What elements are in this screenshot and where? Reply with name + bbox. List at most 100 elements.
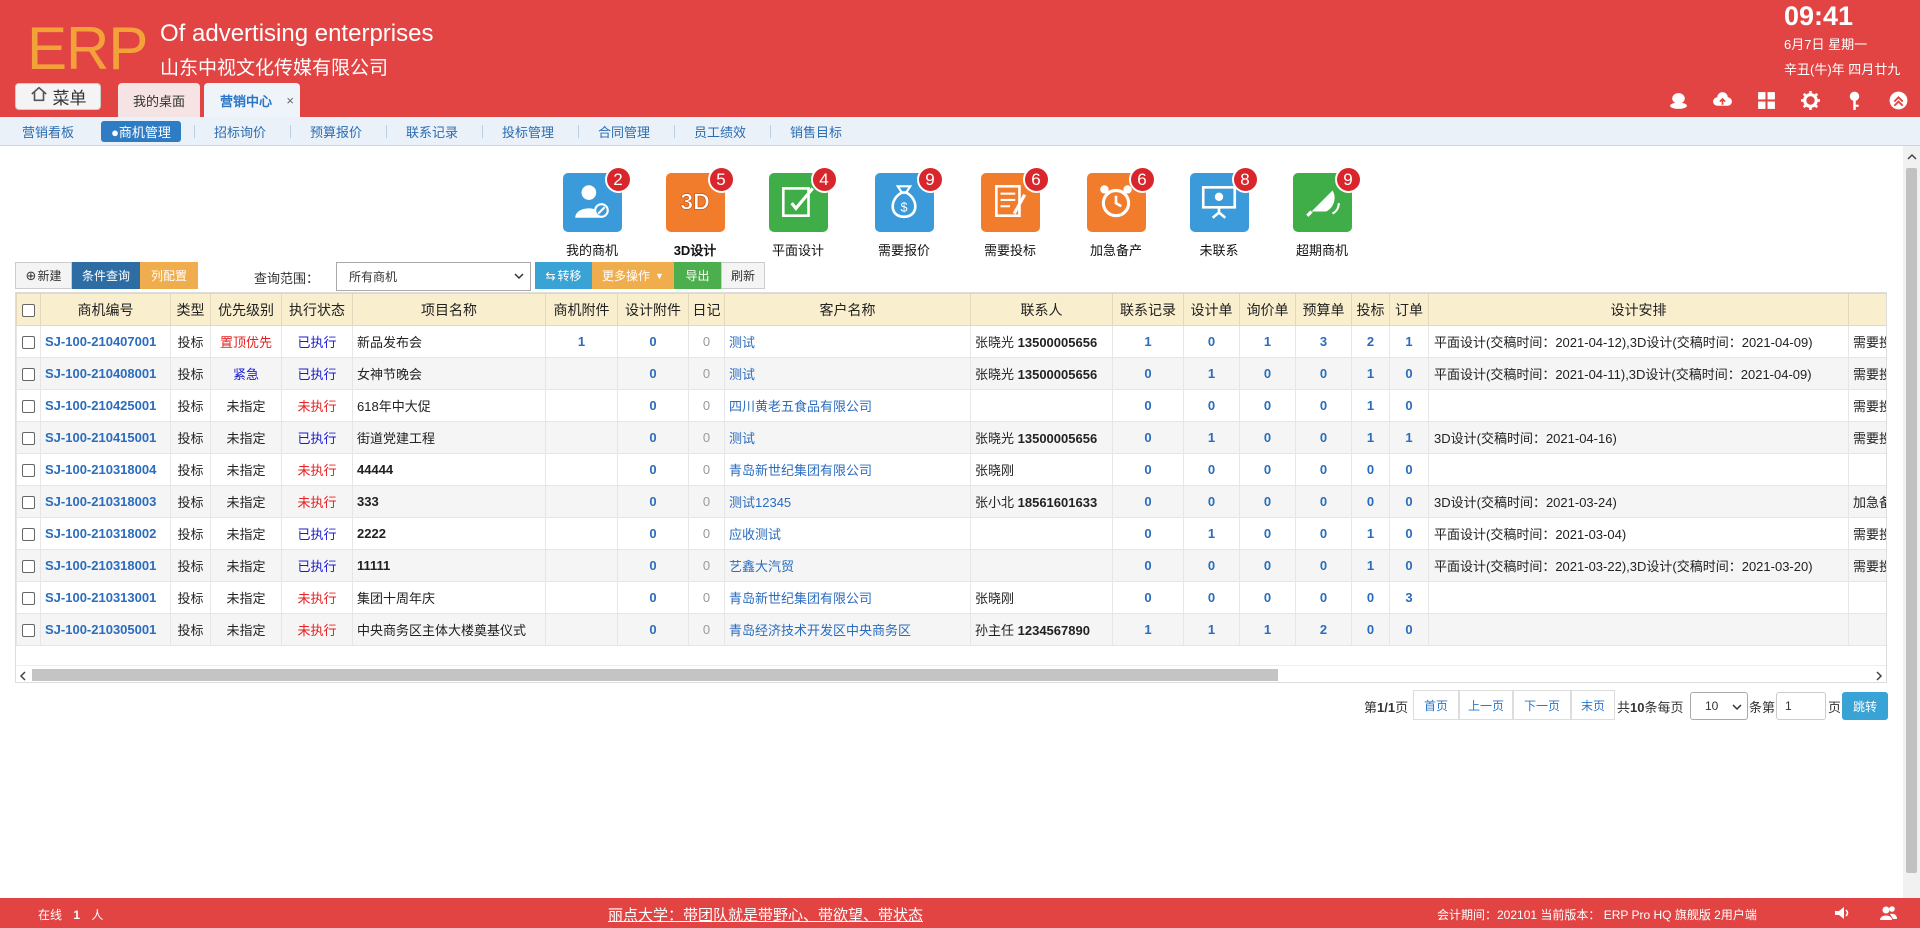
customer-name-link[interactable]: 应收测试	[724, 517, 971, 550]
row-checkbox[interactable]	[22, 560, 35, 574]
bid-count[interactable]: 0	[1351, 581, 1390, 614]
quick-need-bid[interactable]: 6 需要投标	[965, 166, 1055, 259]
diary-count[interactable]: 0	[688, 613, 725, 646]
quick-overdue-opportunities[interactable]: 9 超期商机	[1277, 166, 1367, 259]
col-header[interactable]: 优先级别	[210, 293, 282, 326]
order-count[interactable]: 1	[1389, 421, 1429, 454]
table-row[interactable]: SJ-100-210415001 投标 未指定 已执行 街道党建工程 0 0 测试 张晓光 13…	[16, 421, 1886, 454]
order-count[interactable]: 1	[1389, 325, 1429, 358]
col-header[interactable]: 执行状态	[281, 293, 353, 326]
opportunity-attachment-count[interactable]	[545, 421, 618, 454]
opportunity-code-link[interactable]: SJ-100-210408001	[40, 357, 171, 390]
customer-name-link[interactable]: 青岛经济技术开发区中央商务区	[724, 613, 971, 646]
design-order-count[interactable]: 0	[1183, 453, 1240, 486]
order-count[interactable]: 3	[1389, 581, 1429, 614]
opportunity-code-link[interactable]: SJ-100-210305001	[40, 613, 171, 646]
design-order-count[interactable]: 0	[1183, 549, 1240, 582]
subnav-item-bid-management[interactable]: 投标管理	[492, 121, 564, 142]
query-scope-select[interactable]: 所有商机	[336, 262, 531, 291]
cloud-upload-icon[interactable]	[1710, 88, 1734, 112]
goto-page-input[interactable]: 1	[1776, 692, 1826, 720]
design-attachment-count[interactable]: 0	[617, 517, 689, 550]
tab-close-icon[interactable]: ×	[286, 93, 294, 108]
budget-count[interactable]: 3	[1295, 325, 1352, 358]
column-config-button[interactable]: 列配置	[140, 262, 198, 289]
refresh-button[interactable]: 刷新	[721, 262, 765, 289]
customer-name-link[interactable]: 艺鑫大汽贸	[724, 549, 971, 582]
per-page-select[interactable]: 10	[1690, 692, 1748, 720]
apps-grid-icon[interactable]	[1754, 88, 1778, 112]
quick-my-opportunities[interactable]: 2 我的商机	[547, 166, 637, 259]
inquiry-count[interactable]: 0	[1239, 453, 1296, 486]
tab-my-desktop[interactable]: 我的桌面	[118, 83, 200, 117]
design-order-count[interactable]: 1	[1183, 517, 1240, 550]
row-select-cell[interactable]	[16, 485, 41, 518]
customer-name-link[interactable]: 青岛新世纪集团有限公司	[724, 453, 971, 486]
design-order-count[interactable]: 0	[1183, 581, 1240, 614]
jump-button[interactable]: 跳转	[1842, 692, 1888, 720]
key-icon[interactable]	[1842, 88, 1866, 112]
inquiry-count[interactable]: 0	[1239, 517, 1296, 550]
table-row[interactable]: SJ-100-210318002 投标 未指定 已执行 2222 0 0 应收测试 01001…	[16, 517, 1886, 550]
row-select-cell[interactable]	[16, 613, 41, 646]
inquiry-count[interactable]: 0	[1239, 581, 1296, 614]
design-attachment-count[interactable]: 0	[617, 453, 689, 486]
contact-record-count[interactable]: 0	[1112, 357, 1184, 390]
contact-record-count[interactable]: 0	[1112, 517, 1184, 550]
opportunity-code-link[interactable]: SJ-100-210318002	[40, 517, 171, 550]
subnav-item-contact-records[interactable]: 联系记录	[396, 121, 468, 142]
contact-record-count[interactable]: 1	[1112, 613, 1184, 646]
contact-record-count[interactable]: 0	[1112, 389, 1184, 422]
diary-count[interactable]: 0	[688, 581, 725, 614]
diary-count[interactable]: 0	[688, 357, 725, 390]
customer-name-link[interactable]: 测试	[724, 357, 971, 390]
row-checkbox[interactable]	[22, 496, 35, 510]
opportunity-code-link[interactable]: SJ-100-210407001	[40, 325, 171, 358]
opportunity-code-link[interactable]: SJ-100-210318004	[40, 453, 171, 486]
order-count[interactable]: 0	[1389, 613, 1429, 646]
settings-gear-icon[interactable]	[1798, 88, 1822, 112]
opportunity-code-link[interactable]: SJ-100-210425001	[40, 389, 171, 422]
bid-count[interactable]: 1	[1351, 517, 1390, 550]
condition-query-button[interactable]: 条件查询	[72, 262, 140, 289]
vertical-scroll-thumb[interactable]	[1906, 168, 1917, 873]
col-header[interactable]: 预算单	[1295, 293, 1352, 326]
customer-name-link[interactable]: 四川黄老五食品有限公司	[724, 389, 971, 422]
users-icon[interactable]	[1878, 903, 1898, 926]
horizontal-scrollbar[interactable]	[16, 665, 1886, 682]
table-row[interactable]: SJ-100-210408001 投标 紧急 已执行 女神节晚会 0 0 测试 张晓光 1350…	[16, 357, 1886, 390]
inquiry-count[interactable]: 1	[1239, 325, 1296, 358]
slogan-link[interactable]: 丽点大学：带团队就是带野心、带欲望、带状态	[608, 904, 923, 925]
diary-count[interactable]: 0	[688, 325, 725, 358]
design-order-count[interactable]: 0	[1183, 325, 1240, 358]
design-attachment-count[interactable]: 0	[617, 549, 689, 582]
budget-count[interactable]: 2	[1295, 613, 1352, 646]
diary-count[interactable]: 0	[688, 389, 725, 422]
col-header[interactable]: 联系记录	[1112, 293, 1184, 326]
opportunity-attachment-count[interactable]	[545, 389, 618, 422]
contact-record-count[interactable]: 0	[1112, 453, 1184, 486]
table-row[interactable]: SJ-100-210305001 投标 未指定 未执行 中央商务区主体大楼奠基仪式 0 0 青…	[16, 613, 1886, 646]
opportunity-code-link[interactable]: SJ-100-210318001	[40, 549, 171, 582]
tab-marketing-center[interactable]: 营销中心 ×	[204, 83, 300, 117]
col-header[interactable]: 日记	[688, 293, 725, 326]
row-checkbox[interactable]	[22, 592, 35, 606]
col-header[interactable]: 设计附件	[617, 293, 689, 326]
row-checkbox[interactable]	[22, 400, 35, 414]
subnav-item-contract-management[interactable]: 合同管理	[588, 121, 660, 142]
table-row[interactable]: SJ-100-210318003 投标 未指定 未执行 333 0 0 测试12345 张小北 …	[16, 485, 1886, 518]
customer-name-link[interactable]: 测试	[724, 421, 971, 454]
speaker-icon[interactable]	[1832, 903, 1852, 926]
opportunity-attachment-count[interactable]	[545, 485, 618, 518]
table-row[interactable]: SJ-100-210407001 投标 置顶优先 已执行 新品发布会 1 0 0 测试 张晓光 1…	[16, 325, 1886, 358]
design-order-count[interactable]: 1	[1183, 357, 1240, 390]
design-attachment-count[interactable]: 0	[617, 389, 689, 422]
user-profile-icon[interactable]	[1666, 88, 1690, 112]
subnav-item-opportunity-management[interactable]: ●商机管理	[101, 121, 181, 142]
col-header[interactable]: 联系人	[970, 293, 1113, 326]
opportunity-attachment-count[interactable]	[545, 581, 618, 614]
horizontal-scroll-thumb[interactable]	[32, 669, 1278, 681]
next-page-button[interactable]: 下一页	[1513, 690, 1571, 720]
col-header[interactable]: 类型	[170, 293, 211, 326]
opportunity-attachment-count[interactable]	[545, 613, 618, 646]
